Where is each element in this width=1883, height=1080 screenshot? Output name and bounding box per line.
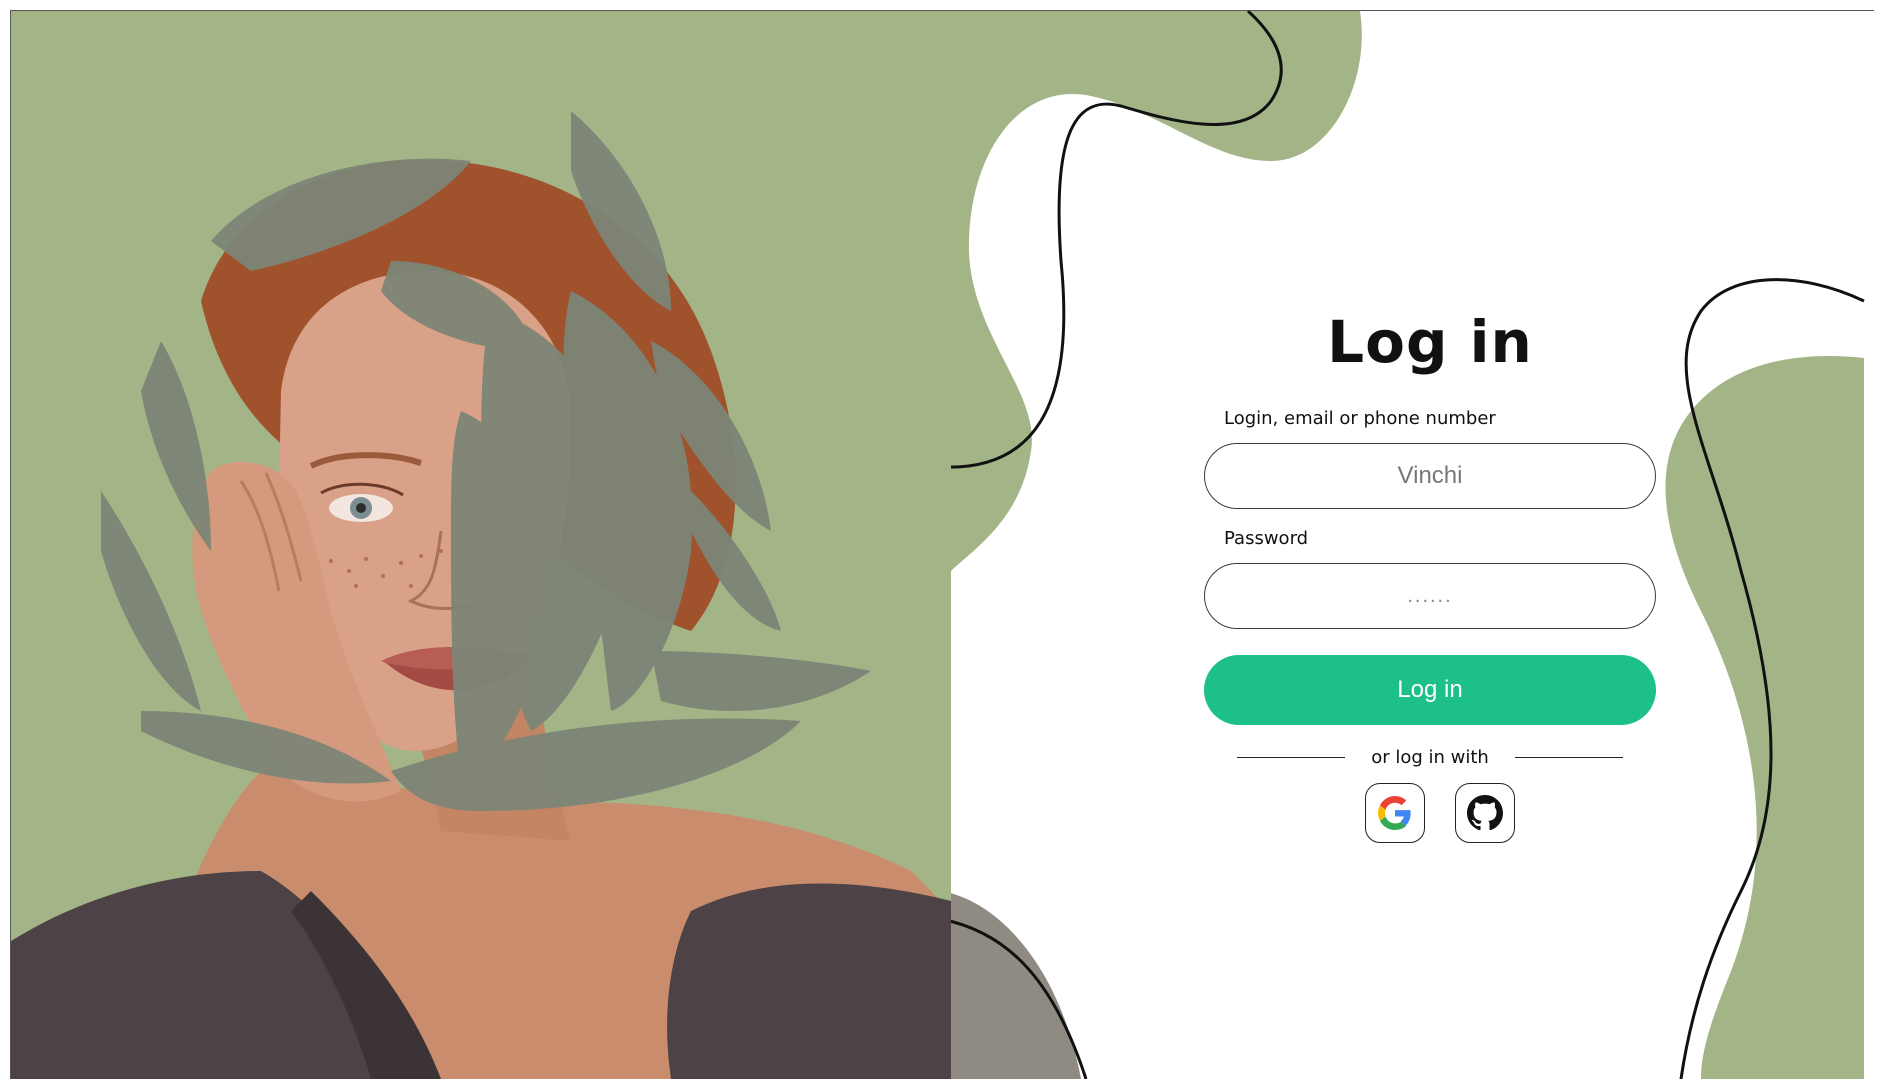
login-title: Log in — [1327, 308, 1533, 376]
portrait-illustration — [11, 11, 951, 1079]
google-login-button[interactable] — [1365, 783, 1425, 843]
alt-login-text: or log in with — [1371, 746, 1489, 768]
social-login-buttons — [1204, 783, 1656, 843]
login-input[interactable] — [1204, 443, 1656, 509]
github-login-button[interactable] — [1455, 783, 1515, 843]
divider-line-right — [1514, 756, 1623, 758]
page-frame: Log in Login, email or phone number Pass… — [10, 10, 1874, 1079]
sage-blob-right — [1665, 356, 1864, 1079]
password-field-label: Password — [1224, 528, 1309, 549]
login-form: Log in Login, email or phone number Pass… — [1204, 301, 1656, 843]
github-icon — [1467, 795, 1503, 831]
black-curve-right — [1679, 278, 1865, 1079]
login-submit-button[interactable]: Log in — [1204, 655, 1656, 725]
black-curve-bottom — [940, 917, 1088, 1079]
divider-line-left — [1237, 756, 1346, 758]
password-input[interactable] — [1204, 563, 1656, 629]
google-icon — [1378, 796, 1411, 830]
gray-blob-bottom — [941, 891, 1081, 1079]
portrait-image — [11, 11, 951, 1079]
alt-login-divider: or log in with — [1204, 745, 1656, 769]
login-field-label: Login, email or phone number — [1224, 408, 1496, 429]
